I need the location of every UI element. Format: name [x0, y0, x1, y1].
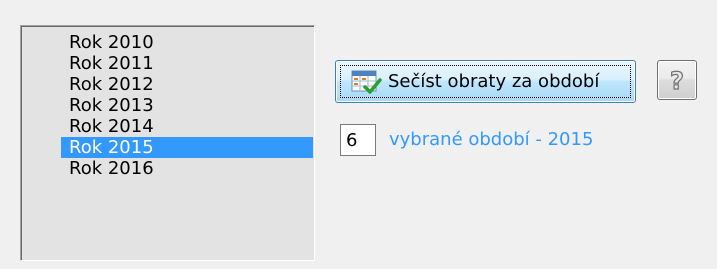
list-item[interactable]: Rok 2014: [61, 116, 313, 137]
list-item[interactable]: Rok 2010: [61, 32, 313, 53]
list-item[interactable]: Rok 2016: [61, 158, 313, 179]
year-listbox[interactable]: Rok 2010 Rok 2011 Rok 2012 Rok 2013 Rok …: [20, 25, 315, 261]
selected-period-label: vybrané období - 2015: [389, 129, 594, 150]
sum-button-label: Sečíst obraty za období: [388, 71, 600, 92]
period-number-input[interactable]: [340, 124, 376, 156]
sum-turnover-button[interactable]: Sečíst obraty za období: [335, 60, 636, 103]
list-item[interactable]: Rok 2012: [61, 74, 313, 95]
calculator-check-icon: [351, 70, 382, 94]
help-button[interactable]: ?: [657, 60, 697, 100]
help-question-icon: ?: [669, 66, 684, 94]
list-item[interactable]: Rok 2013: [61, 95, 313, 116]
list-item[interactable]: Rok 2015: [61, 137, 313, 158]
list-item[interactable]: Rok 2011: [61, 53, 313, 74]
svg-text:?: ?: [670, 67, 684, 94]
